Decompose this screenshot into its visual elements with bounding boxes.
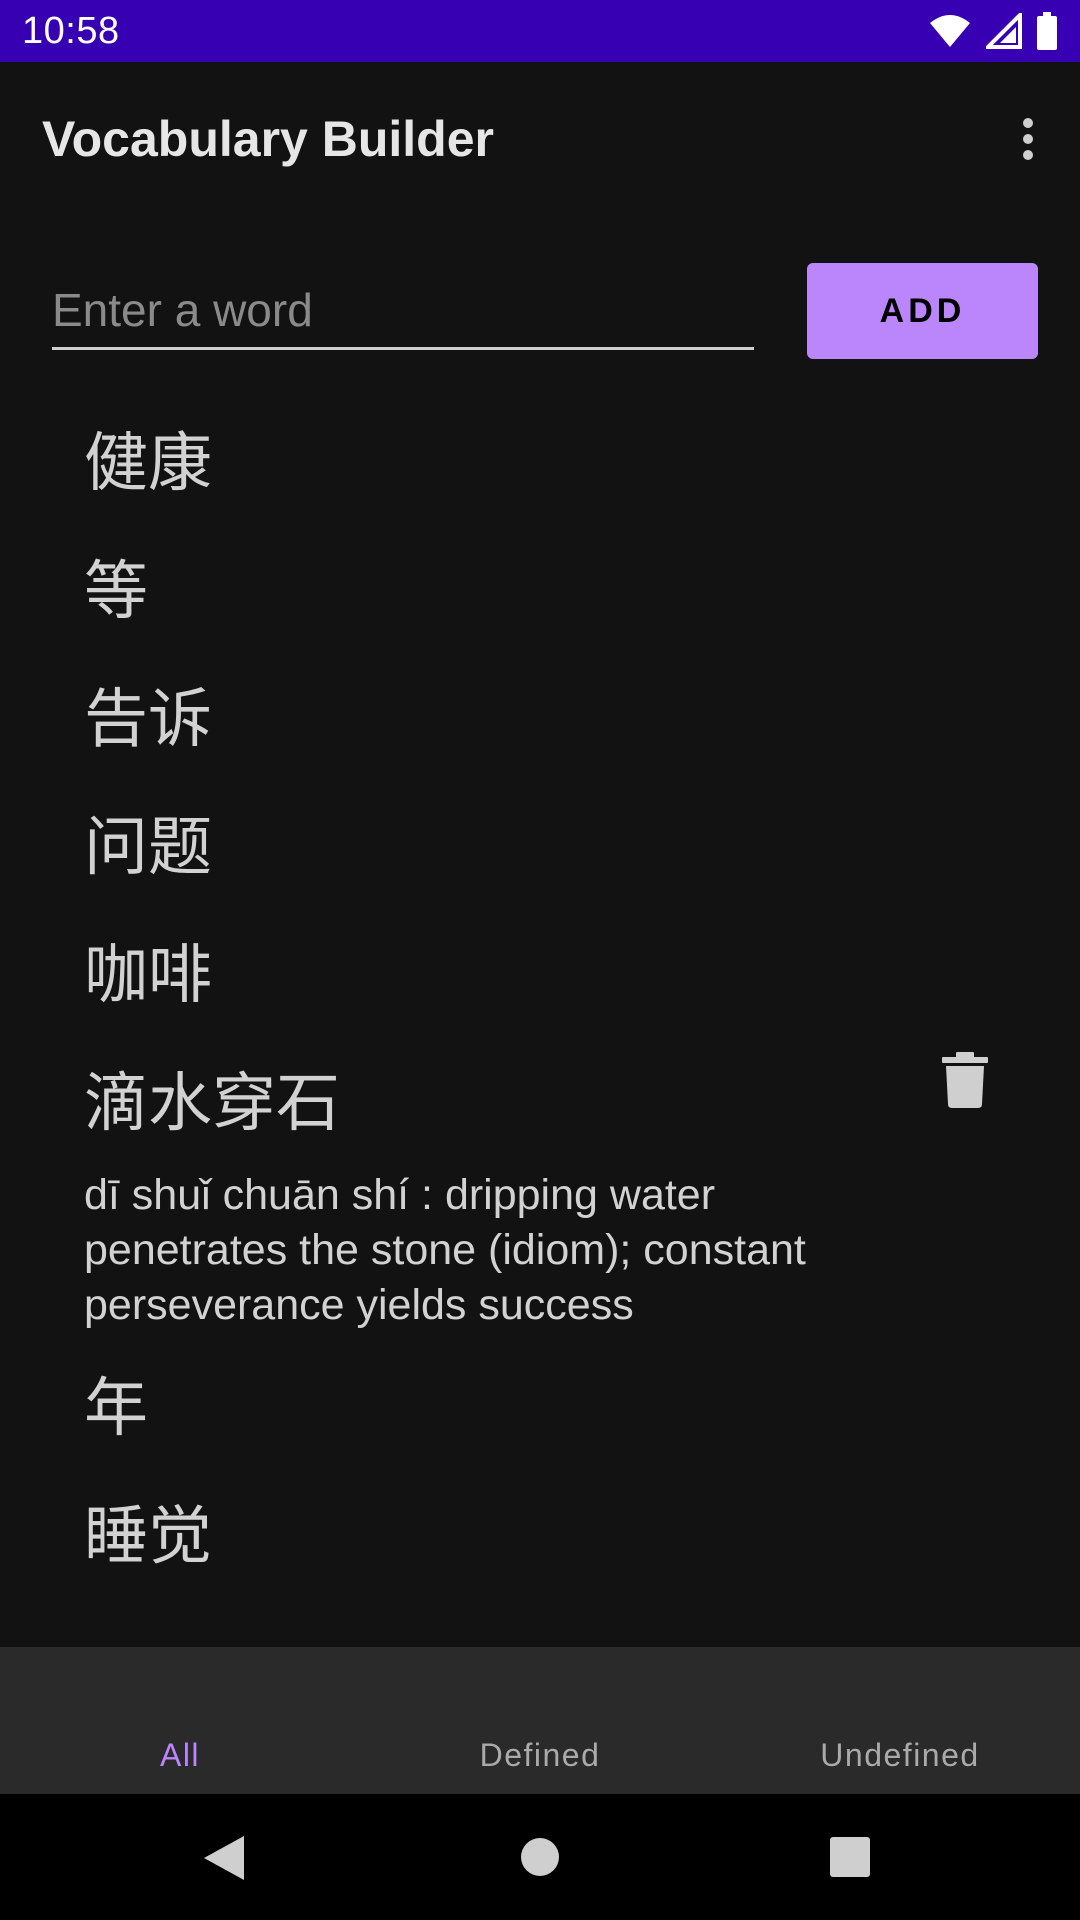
system-nav-bar [0,1794,1080,1920]
word-input[interactable] [52,272,754,350]
delete-icon[interactable] [942,1052,988,1108]
add-button[interactable]: ADD [807,263,1038,359]
word-text: 年 [84,1372,148,1446]
list-item[interactable]: 告诉 [0,646,1080,774]
list-item[interactable]: 年 [0,1335,1080,1463]
back-icon[interactable] [202,1834,246,1882]
tab-all[interactable]: All [0,1737,360,1774]
word-definition: dī shuǐ chuān shí : dripping water penet… [84,1171,806,1329]
tab-undefined[interactable]: Undefined [720,1737,1080,1774]
app-title: Vocabulary Builder [42,111,494,167]
list-item[interactable]: 咖啡 [0,902,1080,1030]
word-text: 滴水穿石 [84,1067,340,1141]
home-icon[interactable] [520,1837,560,1877]
more-vert-icon [1023,118,1033,160]
tab-defined[interactable]: Defined [360,1737,720,1774]
bottom-tab-bar: All Defined Undefined [0,1647,1080,1794]
screen: 10:58 Vocabulary Builder A [0,0,1080,1920]
signal-icon [986,13,1022,49]
word-text: 睡觉 [84,1500,212,1574]
status-bar: 10:58 [0,0,1080,62]
list-item-expanded[interactable]: 滴水穿石 dī shuǐ chuān shí : dripping water … [0,1030,1080,1335]
list-item[interactable]: 睡觉 [0,1463,1080,1591]
word-text: 咖啡 [84,939,212,1013]
status-time: 10:58 [22,10,120,52]
word-text: 健康 [84,427,212,501]
wifi-icon [930,15,970,47]
battery-icon [1037,12,1057,50]
recents-icon[interactable] [830,1837,870,1877]
status-icons [928,12,1058,50]
list-item[interactable]: 健康 [0,390,1080,518]
word-text: 问题 [84,811,212,885]
word-text: 告诉 [84,683,212,757]
overflow-menu-button[interactable] [998,104,1058,174]
word-list[interactable]: 健康 等 告诉 问题 咖啡 滴水穿石 dī shuǐ chuān shí : d… [0,390,1080,1591]
word-text: 等 [84,555,148,629]
list-item[interactable]: 问题 [0,774,1080,902]
app-bar: Vocabulary Builder [0,62,1080,216]
list-item[interactable]: 等 [0,518,1080,646]
